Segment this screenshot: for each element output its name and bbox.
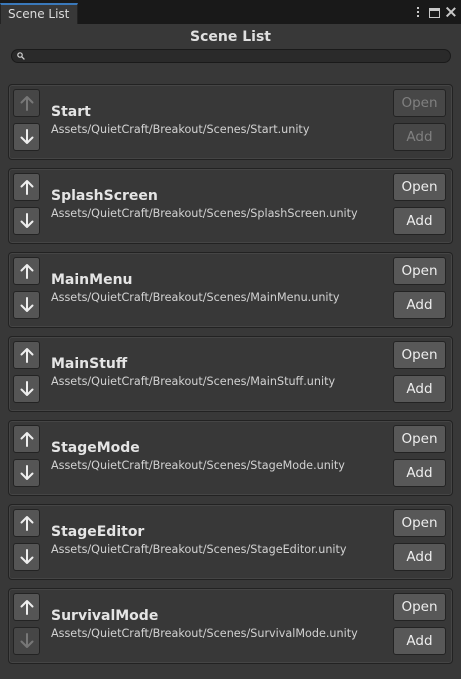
- move-up-button[interactable]: [13, 173, 40, 201]
- move-down-button[interactable]: [13, 627, 40, 655]
- tab-label: Scene List: [8, 7, 70, 21]
- move-up-button[interactable]: [13, 509, 40, 537]
- arrow-up-icon: [20, 180, 33, 195]
- arrow-down-icon: [20, 213, 33, 228]
- tab-bar: Scene List: [0, 0, 461, 25]
- arrow-down-icon: [20, 465, 33, 480]
- arrow-down-icon: [20, 297, 33, 312]
- search-input[interactable]: [11, 49, 451, 63]
- page-title: Scene List: [190, 29, 271, 45]
- scene-list-panel: Scene List Start Assets/QuietCraft/Breako…: [0, 24, 461, 679]
- scene-item: StageEditor Assets/QuietCraft/Breakout/Sc…: [8, 504, 453, 580]
- move-up-button[interactable]: [13, 89, 40, 117]
- move-up-button[interactable]: [13, 257, 40, 285]
- scene-item: Start Assets/QuietCraft/Breakout/Scenes/S…: [8, 84, 453, 160]
- scene-path: Assets/QuietCraft/Breakout/Scenes/StageM…: [51, 459, 345, 472]
- add-scene-button[interactable]: Add: [393, 291, 446, 319]
- maximize-icon[interactable]: [429, 7, 440, 18]
- scene-name: Start: [51, 104, 91, 120]
- scene-path: Assets/QuietCraft/Breakout/Scenes/StageE…: [51, 543, 347, 556]
- scene-path: Assets/QuietCraft/Breakout/Scenes/Start.…: [51, 123, 310, 136]
- move-down-button[interactable]: [13, 207, 40, 235]
- arrow-up-icon: [20, 516, 33, 531]
- close-icon[interactable]: [445, 6, 457, 18]
- open-scene-button[interactable]: Open: [393, 509, 446, 537]
- move-down-button[interactable]: [13, 291, 40, 319]
- kebab-menu-icon[interactable]: [412, 6, 424, 18]
- search-icon: [17, 52, 25, 60]
- scene-path: Assets/QuietCraft/Breakout/Scenes/MainSt…: [51, 375, 336, 388]
- add-scene-button[interactable]: Add: [393, 459, 446, 487]
- open-scene-button[interactable]: Open: [393, 89, 446, 117]
- scene-path: Assets/QuietCraft/Breakout/Scenes/Splash…: [51, 207, 358, 220]
- scene-name: SurvivalMode: [51, 608, 159, 624]
- scene-item: StageMode Assets/QuietCraft/Breakout/Scen…: [8, 420, 453, 496]
- open-scene-button[interactable]: Open: [393, 593, 446, 621]
- scene-name: SplashScreen: [51, 188, 158, 204]
- arrow-down-icon: [20, 549, 33, 564]
- arrow-up-icon: [20, 600, 33, 615]
- scene-item: SplashScreen Assets/QuietCraft/Breakout/S…: [8, 168, 453, 244]
- arrow-up-icon: [20, 264, 33, 279]
- move-up-button[interactable]: [13, 593, 40, 621]
- scene-path: Assets/QuietCraft/Breakout/Scenes/Surviv…: [51, 627, 358, 640]
- move-down-button[interactable]: [13, 459, 40, 487]
- scene-item: MainMenu Assets/QuietCraft/Breakout/Scene…: [8, 252, 453, 328]
- scene-name: MainStuff: [51, 356, 128, 372]
- scene-name: StageMode: [51, 440, 140, 456]
- arrow-up-icon: [20, 432, 33, 447]
- move-down-button[interactable]: [13, 123, 40, 151]
- add-scene-button[interactable]: Add: [393, 123, 446, 151]
- tab-scene-list[interactable]: Scene List: [0, 3, 78, 24]
- open-scene-button[interactable]: Open: [393, 341, 446, 369]
- scene-name: StageEditor: [51, 524, 145, 540]
- scene-item: MainStuff Assets/QuietCraft/Breakout/Scen…: [8, 336, 453, 412]
- add-scene-button[interactable]: Add: [393, 207, 446, 235]
- open-scene-button[interactable]: Open: [393, 425, 446, 453]
- arrow-up-icon: [20, 96, 33, 111]
- move-down-button[interactable]: [13, 543, 40, 571]
- move-up-button[interactable]: [13, 341, 40, 369]
- add-scene-button[interactable]: Add: [393, 627, 446, 655]
- scene-item: SurvivalMode Assets/QuietCraft/Breakout/S…: [8, 588, 453, 664]
- arrow-down-icon: [20, 633, 33, 648]
- add-scene-button[interactable]: Add: [393, 375, 446, 403]
- open-scene-button[interactable]: Open: [393, 173, 446, 201]
- arrow-down-icon: [20, 381, 33, 396]
- arrow-down-icon: [20, 129, 33, 144]
- move-down-button[interactable]: [13, 375, 40, 403]
- scene-name: MainMenu: [51, 272, 133, 288]
- arrow-up-icon: [20, 348, 33, 363]
- scene-path: Assets/QuietCraft/Breakout/Scenes/MainMe…: [51, 291, 340, 304]
- add-scene-button[interactable]: Add: [393, 543, 446, 571]
- window-controls: [412, 4, 457, 20]
- move-up-button[interactable]: [13, 425, 40, 453]
- open-scene-button[interactable]: Open: [393, 257, 446, 285]
